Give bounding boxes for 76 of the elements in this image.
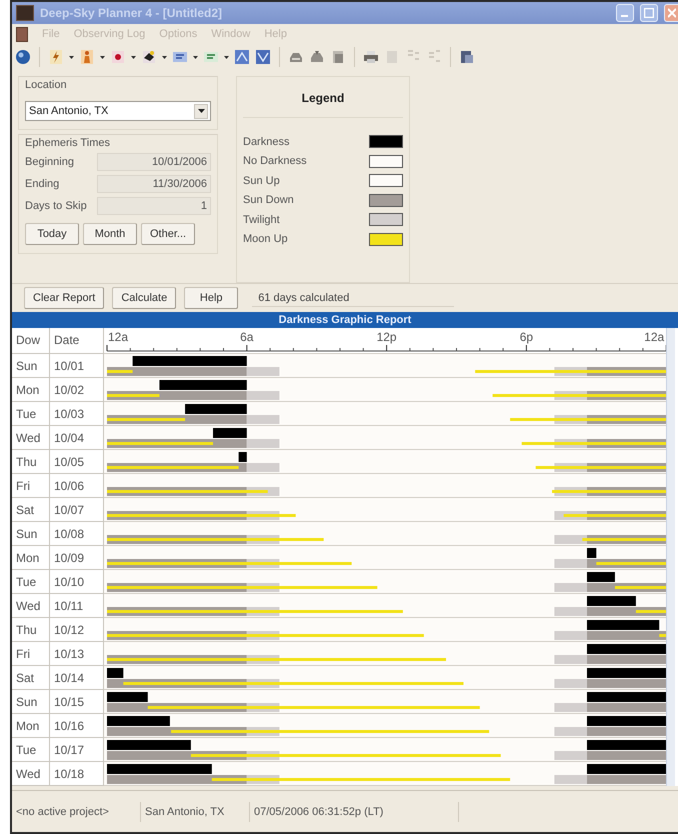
table-cell: Mon (12, 378, 50, 401)
map-icon[interactable] (234, 49, 250, 65)
tray-icon[interactable] (330, 49, 346, 65)
table-cell: Sun (12, 522, 50, 545)
bolt-icon[interactable] (48, 49, 64, 65)
axis-label: 6p (520, 330, 534, 344)
table-cell: Sat (12, 666, 50, 689)
input-field[interactable]: 10/01/2006 (97, 153, 211, 171)
location-dropdown[interactable]: San Antonio, TX (25, 101, 211, 121)
table-cell: Sat (12, 498, 50, 521)
app-icon (16, 5, 34, 21)
table-cell: Sun (12, 354, 50, 377)
action-button[interactable]: Calculate (112, 287, 176, 309)
report-title: Darkness Graphic Report (12, 312, 678, 328)
table-cell: Mon (12, 546, 50, 569)
input-field[interactable]: 11/30/2006 (97, 175, 211, 193)
status-pane: 07/05/2006 06:31:52p (LT) (250, 802, 459, 822)
caret-icon[interactable] (193, 56, 198, 58)
globe-icon[interactable] (15, 49, 31, 65)
tray-icon[interactable] (309, 49, 325, 65)
table-cell: Fri (12, 474, 50, 497)
group-label: Ephemeris Times (25, 137, 111, 149)
group-label: Location (25, 79, 68, 91)
table-cell: Mon (12, 714, 50, 737)
progress-status: 61 days calculated (252, 290, 454, 306)
figure-icon[interactable] (79, 49, 95, 65)
legend-label: No Darkness (243, 155, 307, 168)
printer-icon[interactable] (363, 49, 379, 65)
table-cell: Thu (12, 450, 50, 473)
status-pane: <no active project> (12, 802, 141, 822)
caret-icon[interactable] (131, 56, 136, 58)
axis-label: 12p (376, 330, 397, 344)
close-icon (668, 8, 676, 18)
date-button[interactable]: Month (83, 223, 137, 245)
axis-label: 12a (644, 330, 664, 344)
legend-label: Twilight (243, 214, 280, 226)
field-label: Days to Skip (25, 200, 88, 212)
caret-icon[interactable] (69, 56, 74, 58)
column-header: Date (50, 328, 104, 353)
input-field[interactable]: 1 (97, 197, 211, 215)
grid-icon[interactable] (172, 49, 188, 65)
legend-label: Sun Up (243, 174, 280, 187)
table-cell: Sun (12, 690, 50, 713)
table-cell: Tue (12, 402, 50, 425)
caret-icon[interactable] (162, 56, 167, 58)
status-pane: San Antonio, TX (141, 802, 250, 822)
table-cell: Wed (12, 594, 50, 617)
caret-icon (198, 109, 204, 113)
action-button[interactable]: Help (184, 287, 238, 309)
scrollbar[interactable] (666, 328, 675, 786)
date-button[interactable]: Today (25, 223, 79, 245)
field-label: Beginning (25, 156, 75, 168)
table-cell: Tue (12, 738, 50, 761)
column-header: Dow (12, 328, 50, 353)
maximize-icon (644, 8, 654, 18)
table-cell: Wed (12, 426, 50, 449)
document-icon[interactable] (459, 49, 475, 65)
axis-label: 6a (240, 330, 254, 344)
map-icon[interactable] (255, 49, 271, 65)
table-cell: Tue (12, 570, 50, 593)
date-button[interactable]: Other... (141, 223, 196, 245)
table-cell: Thu (12, 618, 50, 641)
grid-icon[interactable] (203, 49, 219, 65)
document-icon[interactable] (16, 26, 28, 42)
window-title: Deep-Sky Planner 4 - [Untitled2] (40, 6, 224, 20)
axis-label: 12a (108, 330, 128, 344)
legend-label: Moon Up (243, 233, 288, 246)
legend-label: Darkness (243, 136, 290, 148)
legend-label: Sun Down (243, 194, 294, 206)
table-cell: Fri (12, 642, 50, 665)
caret-icon[interactable] (224, 56, 229, 58)
legend-title: Legend (243, 77, 403, 118)
table-cell: Wed (12, 762, 50, 785)
caret-icon[interactable] (100, 56, 105, 58)
field-label: Ending (25, 178, 60, 190)
action-button[interactable]: Clear Report (24, 287, 104, 309)
